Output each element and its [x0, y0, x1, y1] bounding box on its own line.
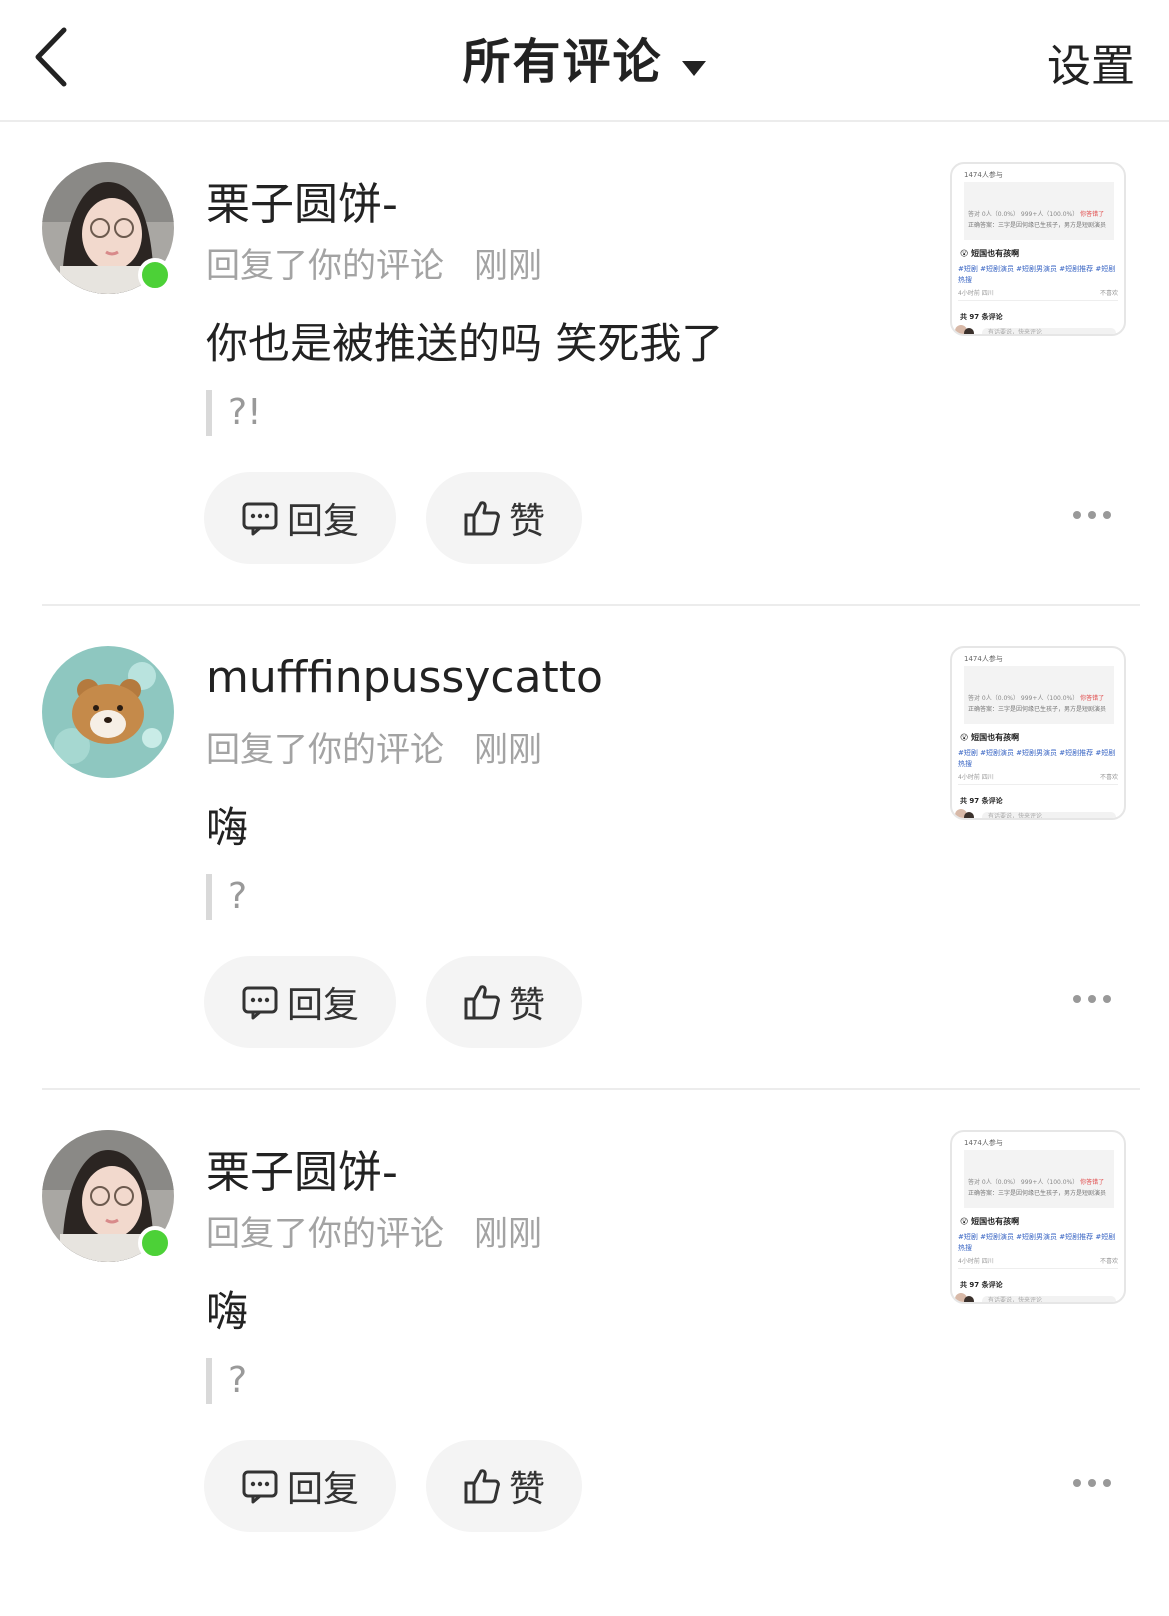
like-button[interactable]: 赞	[426, 1440, 582, 1532]
post-thumbnail[interactable]: 1474人参与 答对 0人（0.0%） 999+人（100.0%） 你答错了 正…	[950, 162, 1126, 336]
thumb-tags: #短剧 #短剧演员 #短剧男演员 #短剧推荐 #短剧热搜	[958, 1233, 1116, 1252]
like-button[interactable]: 赞	[426, 956, 582, 1048]
thumb-divider	[958, 300, 1118, 301]
settings-button[interactable]: 设置	[1047, 30, 1135, 94]
comment-icon	[242, 1470, 278, 1504]
thumb-input: 有话要说，快来评论	[982, 812, 1116, 818]
post-thumbnail[interactable]: 1474人参与 答对 0人（0.0%） 999+人（100.0%） 你答错了 正…	[950, 1130, 1126, 1304]
thumb-divider	[958, 1268, 1118, 1269]
thumb-vote-line: 答对 0人（0.0%） 999+人（100.0%） 你答错了	[968, 211, 1105, 218]
timestamp: 刚刚	[474, 1214, 542, 1254]
avatar[interactable]	[42, 162, 174, 294]
timestamp: 刚刚	[474, 730, 542, 770]
filter-dropdown[interactable]: 所有评论	[0, 22, 1169, 92]
thumbs-up-icon	[464, 985, 500, 1020]
thumb-participants: 1474人参与	[964, 655, 1003, 663]
thumb-comment-count: 共 97 条评论	[960, 313, 1003, 321]
thumb-meta: 4小时前 四川 不喜欢	[958, 1258, 1118, 1265]
like-label: 赞	[508, 1469, 545, 1510]
thumb-vote-line: 答对 0人（0.0%） 999+人（100.0%） 你答错了	[968, 695, 1105, 702]
caret-down-icon	[681, 33, 707, 89]
comment-item[interactable]: 栗子圆饼- 回复了你的评论 刚刚 嗨 ? 回复 赞 1474人参与 答对 0人（0…	[0, 1090, 1169, 1574]
reply-label: 回复	[286, 1469, 359, 1510]
thumb-vote-line: 答对 0人（0.0%） 999+人（100.0%） 你答错了	[968, 1179, 1105, 1186]
like-label: 赞	[508, 985, 545, 1026]
thumb-tags: #短剧 #短剧演员 #短剧男演员 #短剧推荐 #短剧热搜	[958, 265, 1116, 284]
thumb-avatar-icon	[955, 325, 974, 334]
thumb-avatar-icon	[955, 809, 974, 818]
bear-avatar	[42, 646, 174, 778]
thumbs-up-icon	[464, 1469, 500, 1504]
more-options-icon[interactable]	[1072, 508, 1112, 522]
comment-text: 嗨	[206, 1287, 249, 1336]
thumb-divider	[958, 784, 1118, 785]
comment-meta: 回复了你的评论 刚刚	[206, 1206, 542, 1255]
more-options-icon[interactable]	[1072, 1476, 1112, 1490]
thumb-answer: 正确答案：三字是因何缘已生孩子，男方是短剧演员	[968, 222, 1107, 229]
action-text: 回复了你的评论	[206, 730, 444, 770]
thumb-title: 😮 短国也有孩啊	[960, 733, 1020, 742]
timestamp: 刚刚	[474, 246, 542, 286]
action-text: 回复了你的评论	[206, 1214, 444, 1254]
quoted-comment[interactable]: ?	[206, 874, 247, 920]
thumb-input: 有话要说，快来评论	[982, 328, 1116, 334]
thumb-participants: 1474人参与	[964, 171, 1003, 179]
thumb-participants: 1474人参与	[964, 1139, 1003, 1147]
thumb-meta: 4小时前 四川 不喜欢	[958, 290, 1118, 297]
like-label: 赞	[508, 501, 545, 542]
username[interactable]: mufffinpussycatto	[206, 652, 603, 703]
username[interactable]: 栗子圆饼-	[206, 168, 398, 232]
thumb-title: 😮 短国也有孩啊	[960, 249, 1020, 258]
thumb-input: 有话要说，快来评论	[982, 1296, 1116, 1302]
comment-meta: 回复了你的评论 刚刚	[206, 238, 542, 287]
avatar[interactable]	[42, 646, 174, 778]
action-text: 回复了你的评论	[206, 246, 444, 286]
thumb-comment-count: 共 97 条评论	[960, 797, 1003, 805]
reply-button[interactable]: 回复	[204, 956, 396, 1048]
avatar[interactable]	[42, 1130, 174, 1262]
comment-item[interactable]: mufffinpussycatto 回复了你的评论 刚刚 嗨 ? 回复 赞 147…	[0, 606, 1169, 1090]
comment-icon	[242, 502, 278, 536]
username[interactable]: 栗子圆饼-	[206, 1136, 398, 1200]
thumb-answer: 正确答案：三字是因何缘已生孩子，男方是短剧演员	[968, 1190, 1107, 1197]
comment-text: 你也是被推送的吗 笑死我了	[206, 319, 724, 368]
thumb-avatar-icon	[955, 1293, 974, 1302]
comment-icon	[242, 986, 278, 1020]
comment-text: 嗨	[206, 803, 249, 852]
reply-label: 回复	[286, 501, 359, 542]
thumbs-up-icon	[464, 501, 500, 536]
thumb-comment-count: 共 97 条评论	[960, 1281, 1003, 1289]
comment-item[interactable]: 栗子圆饼- 回复了你的评论 刚刚 你也是被推送的吗 笑死我了 ?! 回复 赞 14…	[0, 122, 1169, 606]
quoted-comment[interactable]: ?!	[206, 390, 262, 436]
thumb-meta: 4小时前 四川 不喜欢	[958, 774, 1118, 781]
like-button[interactable]: 赞	[426, 472, 582, 564]
online-status-dot	[138, 1226, 172, 1260]
top-bar: 所有评论 设置	[0, 0, 1169, 122]
more-options-icon[interactable]	[1072, 992, 1112, 1006]
thumb-tags: #短剧 #短剧演员 #短剧男演员 #短剧推荐 #短剧热搜	[958, 749, 1116, 768]
online-status-dot	[138, 258, 172, 292]
reply-button[interactable]: 回复	[204, 1440, 396, 1532]
quoted-comment[interactable]: ?	[206, 1358, 247, 1404]
reply-button[interactable]: 回复	[204, 472, 396, 564]
thumb-title: 😮 短国也有孩啊	[960, 1217, 1020, 1226]
page-title: 所有评论	[462, 34, 663, 90]
post-thumbnail[interactable]: 1474人参与 答对 0人（0.0%） 999+人（100.0%） 你答错了 正…	[950, 646, 1126, 820]
thumb-answer: 正确答案：三字是因何缘已生孩子，男方是短剧演员	[968, 706, 1107, 713]
reply-label: 回复	[286, 985, 359, 1026]
comment-meta: 回复了你的评论 刚刚	[206, 722, 542, 771]
